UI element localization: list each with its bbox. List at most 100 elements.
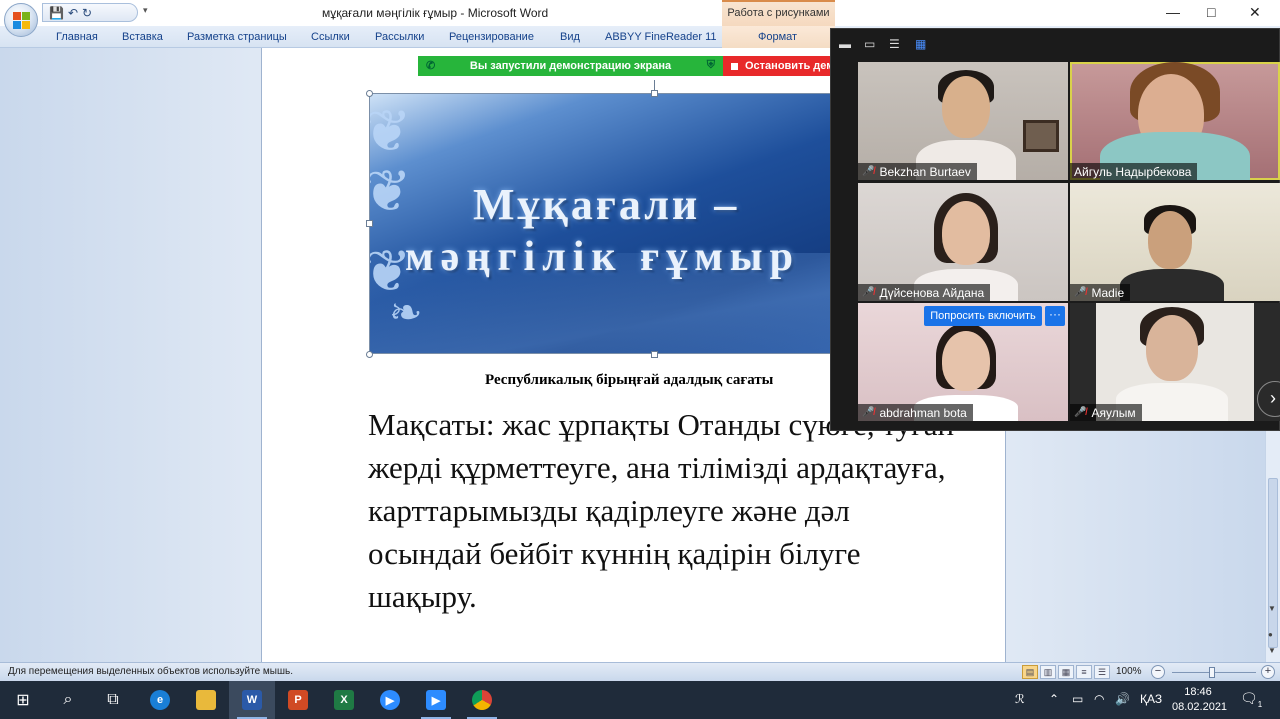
taskbar-zoom-meeting[interactable]: ▶: [413, 681, 459, 719]
strip-view-icon[interactable]: ☰: [889, 37, 900, 51]
next-page-icon[interactable]: ▼: [1268, 646, 1276, 655]
start-button[interactable]: ⊞: [0, 681, 46, 719]
muted-mic-icon: 🎤̸: [862, 287, 875, 298]
close-button[interactable]: ✕: [1249, 4, 1261, 21]
resize-handle-left[interactable]: [366, 220, 373, 227]
zoom-slider-knob[interactable]: [1209, 667, 1215, 678]
participant-name: Madie: [1091, 285, 1125, 300]
taskbar-explorer[interactable]: [183, 681, 229, 719]
taskbar-zoom[interactable]: ▶: [367, 681, 413, 719]
zoom-meeting-icon: ▶: [426, 690, 446, 710]
zoom-out-button[interactable]: −: [1151, 665, 1165, 679]
resize-handle-top[interactable]: [651, 90, 658, 97]
task-view-button[interactable]: ⧉: [90, 681, 136, 719]
search-icon: ⌕: [63, 691, 73, 708]
excel-icon: X: [334, 690, 354, 710]
minimize-button[interactable]: —: [1166, 4, 1180, 20]
outline-view-icon[interactable]: ≡: [1076, 665, 1092, 679]
zoom-level[interactable]: 100%: [1116, 666, 1142, 677]
shield-icon: ⛨: [706, 59, 715, 71]
participant-tile-active-speaker[interactable]: Айгуль Надырбекова: [1070, 62, 1280, 180]
participant-name-tag: 🎤̸ Аяулым: [1070, 404, 1142, 421]
web-layout-icon[interactable]: ▦: [1058, 665, 1074, 679]
participant-tile[interactable]: 🎤̸ Дүйсенова Айдана: [858, 183, 1068, 301]
zoom-view-toolbar: ▬ ▭ ☰ ▦: [831, 29, 1280, 59]
picture-tools-context-label: Работа с рисунками: [722, 0, 835, 26]
gallery-view-icon[interactable]: ▦: [915, 37, 926, 51]
participant-body: [1120, 269, 1224, 301]
ask-to-unmute-button[interactable]: Попросить включить: [924, 306, 1042, 326]
participant-tile[interactable]: 🎤̸ Bekzhan Burtaev: [858, 62, 1068, 180]
tab-home[interactable]: Главная: [56, 31, 98, 43]
print-layout-view-icon[interactable]: ▤: [1022, 665, 1038, 679]
tab-mailings[interactable]: Рассылки: [375, 31, 424, 43]
draft-view-icon[interactable]: ☰: [1094, 665, 1110, 679]
wall-picture: [1023, 120, 1059, 152]
participant-face: [942, 331, 990, 391]
screen-share-banner: ✆ Вы запустили демонстрацию экрана ⛨ Ост…: [418, 56, 833, 76]
share-status-text: Вы запустили демонстрацию экрана: [469, 60, 672, 72]
taskbar-edge[interactable]: e: [137, 681, 183, 719]
participant-face: [942, 201, 990, 265]
participant-name: Дүйсенова Айдана: [879, 285, 985, 300]
full-screen-reading-icon[interactable]: ▥: [1040, 665, 1056, 679]
participant-face: [942, 76, 990, 138]
stop-share-button[interactable]: Остановить демонстрацию: [723, 56, 833, 76]
muted-mic-icon: 🎤̸: [1074, 287, 1087, 298]
title-bar: 💾 ↶ ↻ ▾ мұқағали мәңгілік ғұмыр - Micros…: [0, 0, 1280, 26]
tab-references[interactable]: Ссылки: [311, 31, 350, 43]
taskbar-powerpoint[interactable]: P: [275, 681, 321, 719]
share-status[interactable]: ✆ Вы запустили демонстрацию экрана ⛨: [418, 56, 723, 76]
participant-name-tag: 🎤̸ abdrahman bota: [858, 404, 973, 421]
participant-face: [1146, 315, 1198, 381]
maximize-button[interactable]: □: [1207, 4, 1215, 20]
undo-icon[interactable]: ↶: [68, 7, 78, 19]
notification-center-icon[interactable]: 🗨1: [1240, 690, 1262, 709]
participant-name-tag: 🎤̸ Madie: [1070, 284, 1131, 301]
taskbar-word[interactable]: W: [229, 681, 275, 719]
input-language[interactable]: ҚАЗ: [1140, 692, 1162, 706]
muted-mic-icon: 🎤̸: [1074, 407, 1087, 418]
search-button[interactable]: ⌕: [45, 681, 91, 719]
tab-page-layout[interactable]: Разметка страницы: [187, 31, 287, 43]
taskbar: ⊞ ⌕ ⧉ e W P X ▶ ▶ ℛ ⌃ ▭ ◠ 🔊 ҚАЗ 18:46 08…: [0, 681, 1280, 719]
window-title: мұқағали мәңгілік ғұмыр - Microsoft Word: [322, 6, 549, 20]
task-view-icon: ⧉: [107, 691, 119, 708]
save-icon[interactable]: 💾: [49, 7, 64, 19]
select-browse-object-icon[interactable]: ●: [1268, 630, 1273, 639]
battery-icon[interactable]: ▭: [1072, 692, 1083, 706]
show-hidden-icons[interactable]: ⌃: [1049, 692, 1059, 706]
scroll-down-icon[interactable]: ▼: [1268, 604, 1276, 613]
ornament-icon: ❧: [389, 291, 423, 335]
resize-handle-top-left[interactable]: [366, 90, 373, 97]
qat-customize-icon[interactable]: ▾: [143, 6, 148, 15]
edge-icon: e: [150, 690, 170, 710]
people-icon[interactable]: ℛ: [1015, 692, 1025, 706]
participant-name: Аяулым: [1091, 405, 1136, 420]
participant-more-button[interactable]: ···: [1045, 306, 1065, 326]
ornament-icon: ❦: [369, 159, 412, 224]
taskbar-chrome[interactable]: [459, 681, 505, 719]
tab-abbyy[interactable]: ABBYY FineReader 11: [605, 31, 717, 43]
scrollbar-thumb[interactable]: [1268, 478, 1278, 648]
minimize-video-icon[interactable]: ▬: [839, 37, 851, 51]
resize-handle-bottom[interactable]: [651, 351, 658, 358]
document-body-text: Мақсаты: жас ұрпақты Отанды сүюге, туған…: [368, 407, 955, 614]
resize-handle-bottom-left[interactable]: [366, 351, 373, 358]
speaker-view-icon[interactable]: ▭: [864, 37, 875, 51]
volume-icon[interactable]: 🔊: [1115, 692, 1130, 706]
taskbar-excel[interactable]: X: [321, 681, 367, 719]
redo-icon[interactable]: ↻: [82, 7, 92, 19]
tab-format[interactable]: Формат: [758, 31, 797, 43]
participant-tile[interactable]: 🎤̸ Аяулым: [1070, 303, 1280, 421]
zoom-in-button[interactable]: +: [1261, 665, 1275, 679]
wifi-icon[interactable]: ◠: [1094, 692, 1104, 706]
system-clock[interactable]: 18:46 08.02.2021: [1172, 685, 1227, 715]
office-button[interactable]: [4, 3, 38, 37]
tab-review[interactable]: Рецензирование: [449, 31, 534, 43]
phone-icon: ✆: [426, 60, 436, 72]
word-icon: W: [242, 690, 262, 710]
tab-insert[interactable]: Вставка: [122, 31, 163, 43]
tab-view[interactable]: Вид: [560, 31, 580, 43]
participant-tile[interactable]: 🎤̸ Madie: [1070, 183, 1280, 301]
